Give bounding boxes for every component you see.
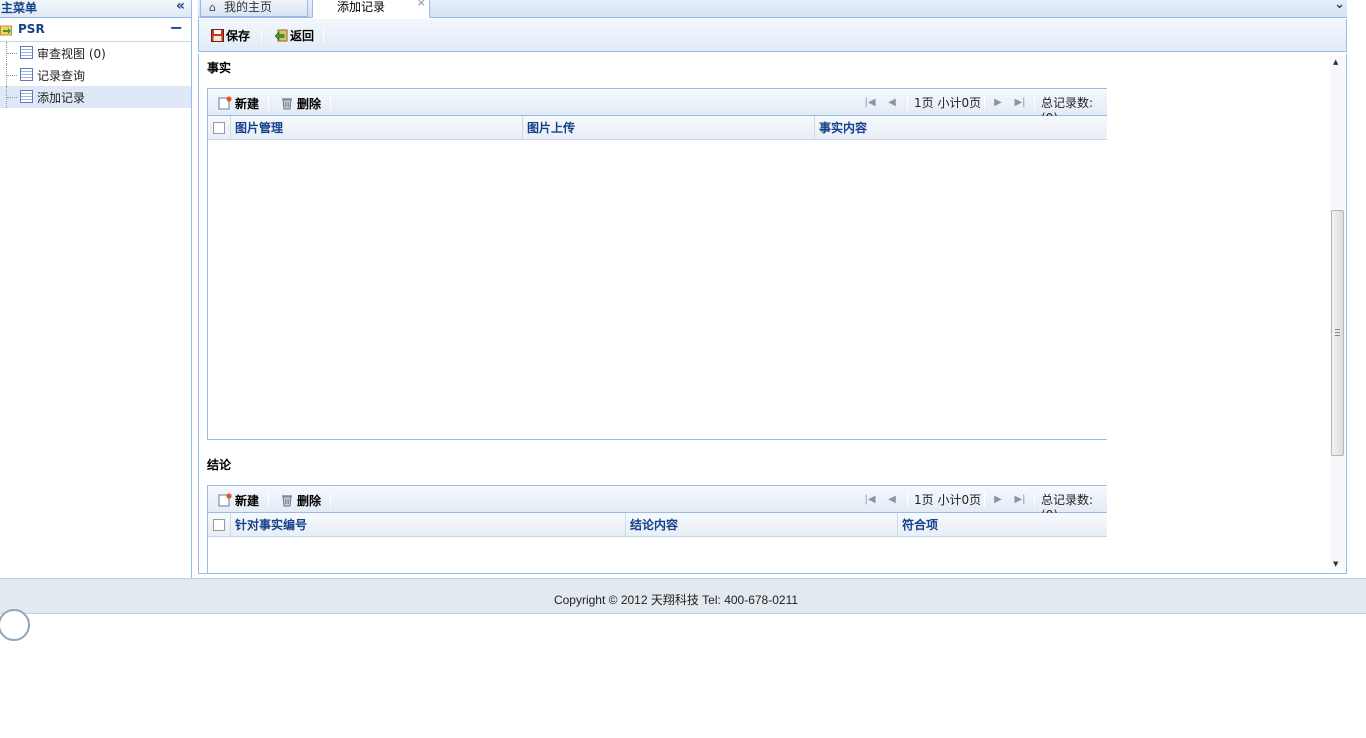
menu-group-psr[interactable]: PSR −: [0, 18, 191, 42]
select-all-checkbox[interactable]: [213, 122, 225, 134]
scroll-up-icon[interactable]: ▲: [1333, 58, 1338, 66]
home-icon: ⌂: [209, 1, 216, 14]
column-header[interactable]: 针对事实编号: [230, 513, 625, 536]
first-page-icon[interactable]: |◀: [863, 96, 877, 110]
page-info: 1页 小计0页: [914, 493, 982, 507]
column-header[interactable]: 符合项: [897, 513, 1108, 536]
new-document-icon: [218, 96, 232, 110]
grid-icon: [20, 90, 33, 103]
next-page-icon[interactable]: ▶: [991, 96, 1005, 110]
facts-grid: 新建 删除 |◀ ◀ 1页 小计0页 ▶ ▶| 总记录数:(0): [207, 88, 1107, 440]
trash-icon: [282, 98, 292, 110]
form-toolbar: 保存 返回: [198, 19, 1347, 52]
back-label: 返回: [290, 29, 315, 43]
save-label: 保存: [226, 29, 251, 43]
delete-label: 删除: [297, 494, 322, 508]
column-header[interactable]: 事实内容: [814, 116, 1108, 139]
new-document-icon: [218, 493, 232, 507]
sidebar: 主菜单 « PSR − 审查视图 (0) 记录查询 添加记录: [0, 0, 192, 578]
conclusion-section-title: 结论: [207, 458, 232, 472]
tab-menu-icon[interactable]: ⌄: [1334, 0, 1345, 12]
facts-grid-header: 图片管理 图片上传 事实内容: [208, 116, 1107, 140]
copyright-text: Copyright © 2012 天翔科技 Tel: 400-678-0211: [553, 593, 799, 607]
select-all-checkbox[interactable]: [213, 519, 225, 531]
scrollbar-thumb[interactable]: [1331, 210, 1344, 456]
conclusion-grid-toolbar: 新建 删除 |◀ ◀ 1页 小计0页 ▶ ▶| 总记录数:(0): [208, 486, 1107, 522]
sidebar-item-label: 记录查询: [37, 69, 86, 83]
tab-home[interactable]: ⌂ 我的主页: [200, 0, 308, 17]
conclusion-grid-header: 针对事实编号 结论内容 符合项: [208, 513, 1107, 537]
tab-add-record[interactable]: 添加记录 ×: [312, 0, 430, 18]
new-label: 新建: [235, 494, 260, 508]
toolbar-separator: [261, 29, 262, 43]
sidebar-item-label: 审查视图 (0): [37, 47, 106, 61]
column-header[interactable]: 结论内容: [625, 513, 897, 536]
sidebar-item-review-view[interactable]: 审查视图 (0): [0, 42, 191, 64]
new-label: 新建: [235, 97, 260, 111]
sidebar-item-record-query[interactable]: 记录查询: [0, 64, 191, 86]
column-header[interactable]: 图片上传: [522, 116, 814, 139]
save-icon: [211, 29, 224, 42]
form-content: 事实 新建 删除 |◀ ◀ 1页 小计0页 ▶ ▶| 总记录数: 图片管理 图片…: [198, 54, 1347, 574]
facts-section-title: 事实: [207, 61, 232, 75]
last-page-icon[interactable]: ▶|: [1013, 96, 1027, 110]
footer: Copyright © 2012 天翔科技 Tel: 400-678-0211: [0, 578, 1366, 641]
facts-grid-toolbar: 新建 删除 |◀ ◀ 1页 小计0页 ▶ ▶| 总记录数:(0): [208, 89, 1107, 125]
scroll-down-icon[interactable]: ▼: [1333, 560, 1338, 568]
folder-arrow-icon: [0, 25, 12, 36]
vertical-scrollbar[interactable]: ▲ ▼: [1330, 56, 1345, 570]
delete-label: 删除: [297, 97, 322, 111]
grid-icon: [20, 46, 33, 59]
collapse-sidebar-icon[interactable]: «: [176, 0, 185, 14]
orb-icon: [0, 609, 30, 641]
sidebar-item-label: 添加记录: [37, 91, 86, 105]
group-collapse-icon[interactable]: −: [170, 18, 183, 37]
prev-page-icon[interactable]: ◀: [885, 96, 899, 110]
tab-strip: ⌂ 我的主页 添加记录 × ⌄: [198, 0, 1347, 18]
close-tab-icon[interactable]: ×: [417, 0, 426, 10]
first-page-icon[interactable]: |◀: [863, 493, 877, 507]
column-header[interactable]: 图片管理: [230, 116, 522, 139]
page-info: 1页 小计0页: [914, 96, 982, 110]
prev-page-icon[interactable]: ◀: [885, 493, 899, 507]
next-page-icon[interactable]: ▶: [991, 493, 1005, 507]
grip-icon: [1335, 329, 1340, 336]
back-icon: [275, 29, 288, 42]
toolbar-separator: [323, 29, 324, 43]
conclusion-grid: 新建 删除 |◀ ◀ 1页 小计0页 ▶ ▶| 总记录数:(0): [207, 485, 1107, 573]
last-page-icon[interactable]: ▶|: [1013, 493, 1027, 507]
sidebar-item-add-record[interactable]: 添加记录: [0, 86, 191, 108]
menu-group-label: PSR: [18, 22, 45, 36]
trash-icon: [282, 495, 292, 507]
grid-icon: [20, 68, 33, 81]
tab-label: 添加记录: [337, 0, 386, 14]
sidebar-title: 主菜单: [1, 1, 38, 15]
sidebar-header: 主菜单 «: [0, 0, 191, 18]
tab-label: 我的主页: [224, 0, 273, 14]
